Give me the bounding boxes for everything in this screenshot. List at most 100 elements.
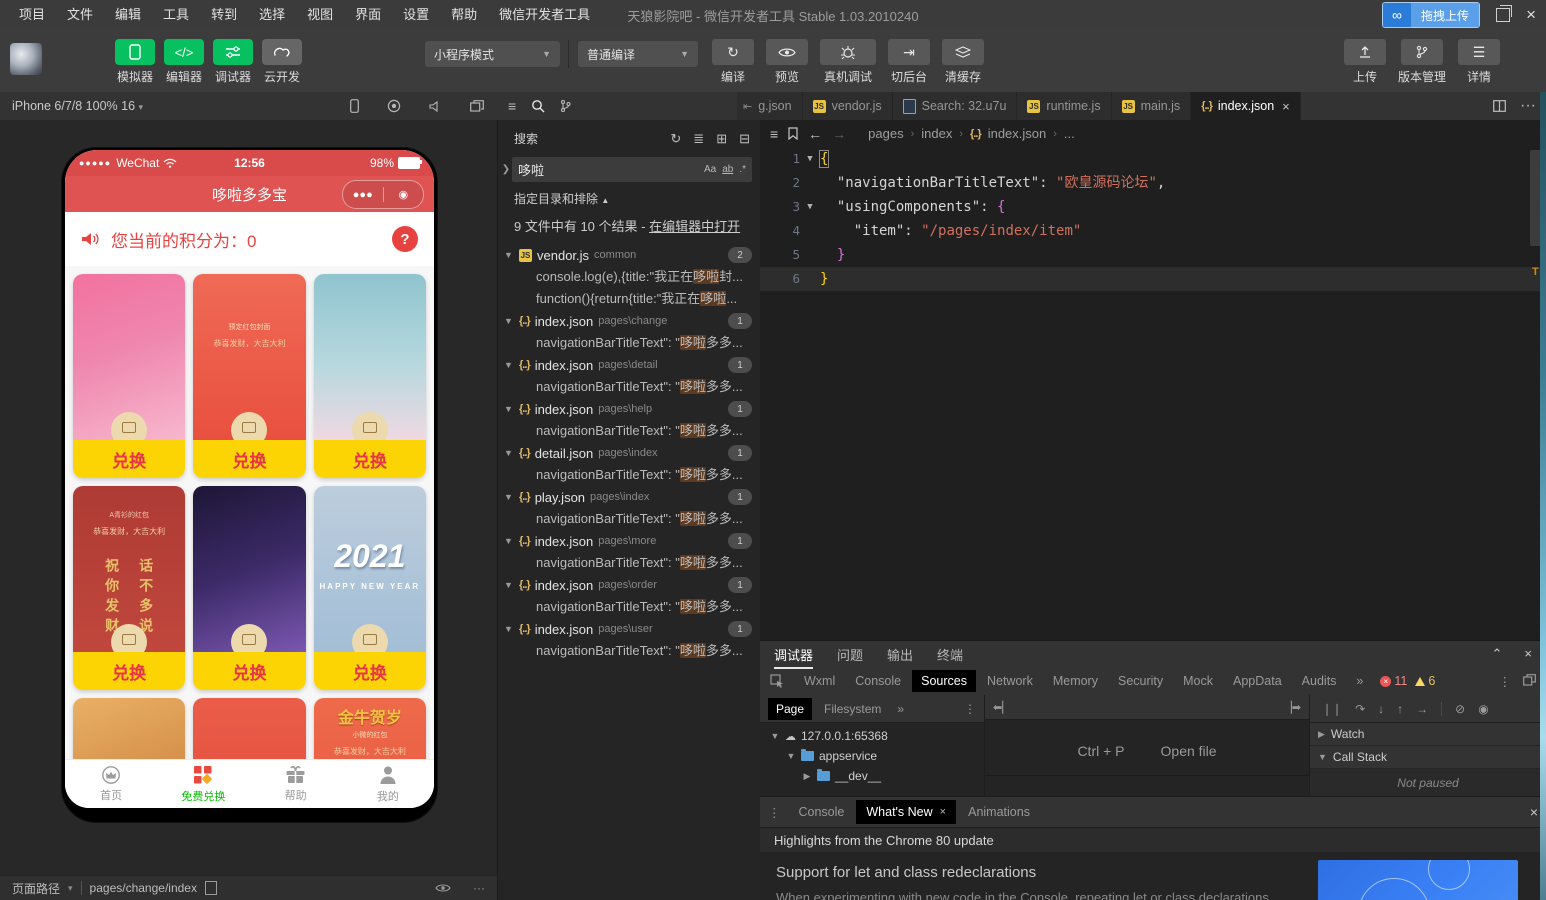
tab-main-js[interactable]: JS main.js xyxy=(1111,92,1192,120)
step-over-icon[interactable]: ↷ xyxy=(1355,702,1365,716)
menu-view[interactable]: 视图 xyxy=(296,0,344,30)
whole-word-icon[interactable]: ab xyxy=(722,164,733,175)
tab-whats-new[interactable]: What's New × xyxy=(856,800,957,824)
collapse-icon[interactable]: ⌃ xyxy=(1492,646,1503,662)
more-tabs-icon[interactable]: » xyxy=(1347,670,1372,692)
forward-icon[interactable]: → xyxy=(832,126,846,142)
eye-icon[interactable] xyxy=(435,883,451,893)
tab-runtime-js[interactable]: JS runtime.js xyxy=(1017,92,1112,120)
tab-network[interactable]: Network xyxy=(978,670,1042,692)
search-result-file[interactable]: ▼ {..} index.json pages\detail 1 xyxy=(498,354,760,376)
remote-debug-button[interactable]: 真机调试 xyxy=(820,39,876,85)
search-match[interactable]: function(){return{title:"我正在哆啦... xyxy=(498,288,760,310)
close-icon[interactable]: × xyxy=(1530,804,1538,820)
tab-help[interactable]: 帮助 xyxy=(250,760,342,808)
call-stack-section[interactable]: ▼ Call Stack xyxy=(1310,746,1546,769)
watch-section[interactable]: ▶ Watch xyxy=(1310,723,1546,746)
pause-icon[interactable]: ❘❘ xyxy=(1322,702,1342,716)
tab-page[interactable]: Page xyxy=(768,697,813,720)
search-match[interactable]: navigationBarTitleText": "哆啦多多... xyxy=(498,464,760,486)
tab-drawer-console[interactable]: Console xyxy=(789,800,855,824)
clear-cache-button[interactable]: 清缓存 xyxy=(942,39,984,85)
debugger-button[interactable]: 调试器 xyxy=(213,39,253,85)
tab-vendor-js[interactable]: JS vendor.js xyxy=(802,92,893,120)
tab-free-exchange[interactable]: 免费兑换 xyxy=(157,760,249,808)
device-frame-icon[interactable] xyxy=(350,99,359,113)
window-restore-icon[interactable] xyxy=(1496,5,1513,22)
tab-filesystem[interactable]: Filesystem xyxy=(816,698,889,720)
step-into-icon[interactable]: ↓ xyxy=(1378,702,1384,716)
close-icon[interactable]: × xyxy=(1282,99,1290,114)
open-file-link[interactable]: Open file xyxy=(1161,743,1217,759)
regex-icon[interactable]: .* xyxy=(739,164,746,175)
deactivate-breakpoints-icon[interactable]: ⊘ xyxy=(1455,702,1465,716)
editor-button[interactable]: </> 编辑器 xyxy=(164,39,204,85)
drag-upload-badge[interactable]: ∞ 拖拽上传 xyxy=(1382,2,1481,28)
page-path-label[interactable]: 页面路径 xyxy=(12,880,60,897)
search-match[interactable]: navigationBarTitleText": "哆啦多多... xyxy=(498,596,760,618)
match-case-icon[interactable]: Aa xyxy=(704,164,716,175)
source-control-icon[interactable] xyxy=(560,99,571,113)
mode-select[interactable]: 小程序模式 ▼ xyxy=(425,41,560,67)
tree-item-host[interactable]: ▼ ☁ 127.0.0.1:65368 xyxy=(760,726,984,746)
compile-button[interactable]: ↻ 编译 xyxy=(712,39,754,85)
prev-file-icon[interactable]: ⬅▏ xyxy=(993,701,1011,714)
menu-edit[interactable]: 编辑 xyxy=(104,0,152,30)
bookmark-icon[interactable] xyxy=(788,127,798,140)
tab-search-editor[interactable]: Search: 32.u7u xyxy=(892,92,1018,120)
search-result-file[interactable]: ▼ {..} index.json pages\more 1 xyxy=(498,530,760,552)
menu-tools[interactable]: 工具 xyxy=(152,0,200,30)
menu-settings[interactable]: 设置 xyxy=(392,0,440,30)
tree-item-appservice[interactable]: ▼ appservice xyxy=(760,746,984,766)
fold-icon[interactable]: ▼ xyxy=(800,147,820,171)
error-badge[interactable]: × 11 xyxy=(1380,674,1407,688)
search-match[interactable]: navigationBarTitleText": "哆啦多多... xyxy=(498,640,760,662)
search-match[interactable]: navigationBarTitleText": "哆啦多多... xyxy=(498,332,760,354)
tab-console[interactable]: Console xyxy=(846,670,910,692)
tab-wxml[interactable]: Wxml xyxy=(795,670,844,692)
search-match[interactable]: navigationBarTitleText": "哆啦多多... xyxy=(498,552,760,574)
simulator-button[interactable]: 模拟器 xyxy=(115,39,155,85)
prize-card[interactable]: 2021 HAPPY NEW YEAR 兑换 xyxy=(313,486,426,690)
open-in-editor-link[interactable]: 在编辑器中打开 xyxy=(649,219,740,234)
more-tabs-icon[interactable]: » xyxy=(897,702,904,716)
undock-icon[interactable] xyxy=(1523,673,1536,686)
search-match[interactable]: navigationBarTitleText": "哆啦多多... xyxy=(498,376,760,398)
warning-badge[interactable]: 6 xyxy=(1415,674,1435,688)
window-close-icon[interactable]: × xyxy=(1526,0,1536,30)
prize-card[interactable]: A青衫的红包 恭喜发财，大吉大利 祝你发财 话不多说 兑换 xyxy=(73,486,186,690)
kebab-menu-icon[interactable]: ⋮ xyxy=(768,805,781,820)
exchange-button[interactable]: 兑换 xyxy=(313,440,426,478)
search-match[interactable]: navigationBarTitleText": "哆啦多多... xyxy=(498,508,760,530)
dirs-toggle[interactable]: 指定目录和排除 ▲ xyxy=(498,186,760,211)
tab-terminal[interactable]: 终端 xyxy=(937,645,963,664)
search-result-file[interactable]: ▼ {..} play.json pages\index 1 xyxy=(498,486,760,508)
device-selector[interactable]: iPhone 6/7/8 100% 16 ▾ xyxy=(12,92,143,121)
step-out-icon[interactable]: ↑ xyxy=(1397,702,1403,716)
tab-index-json[interactable]: {..} index.json × xyxy=(1191,92,1301,120)
back-icon[interactable]: ← xyxy=(808,126,822,142)
sound-icon[interactable] xyxy=(429,100,442,113)
help-button[interactable]: ? xyxy=(392,226,418,252)
tab-mock[interactable]: Mock xyxy=(1174,670,1222,692)
search-result-file[interactable]: ▼ {..} index.json pages\user 1 xyxy=(498,618,760,640)
menu-devtools[interactable]: 微信开发者工具 xyxy=(488,0,601,30)
clear-results-icon[interactable]: ≣ xyxy=(693,131,704,147)
exchange-button[interactable]: 兑换 xyxy=(193,440,306,478)
close-icon[interactable]: × xyxy=(1524,646,1532,662)
outline-icon[interactable]: ≡ xyxy=(770,126,778,142)
explorer-icon[interactable]: ≡ xyxy=(508,98,516,114)
prize-card[interactable]: 金牛贺岁 小微的红包 恭喜发财，大吉大利 兑换 xyxy=(313,698,426,759)
tab-audits[interactable]: Audits xyxy=(1293,670,1346,692)
toggle-replace-icon[interactable]: ❯ xyxy=(500,164,512,175)
breadcrumb[interactable]: pages › index › {..} index.json › ... xyxy=(868,126,1075,141)
exchange-button[interactable]: 兑换 xyxy=(73,440,186,478)
collapse-all-icon[interactable]: ⊟ xyxy=(739,131,750,147)
search-match[interactable]: console.log(e),{title:"我正在哆啦封... xyxy=(498,266,760,288)
tab-home[interactable]: 首页 xyxy=(65,760,157,808)
menu-file[interactable]: 文件 xyxy=(56,0,104,30)
exchange-button[interactable]: 兑换 xyxy=(193,652,306,690)
search-result-file[interactable]: ▼ JS vendor.js common 2 xyxy=(498,244,760,266)
code-editor[interactable]: ≡ ← → pages › index › {..} index.json › ...… xyxy=(760,120,1546,640)
details-button[interactable]: ☰ 详情 xyxy=(1458,39,1500,85)
